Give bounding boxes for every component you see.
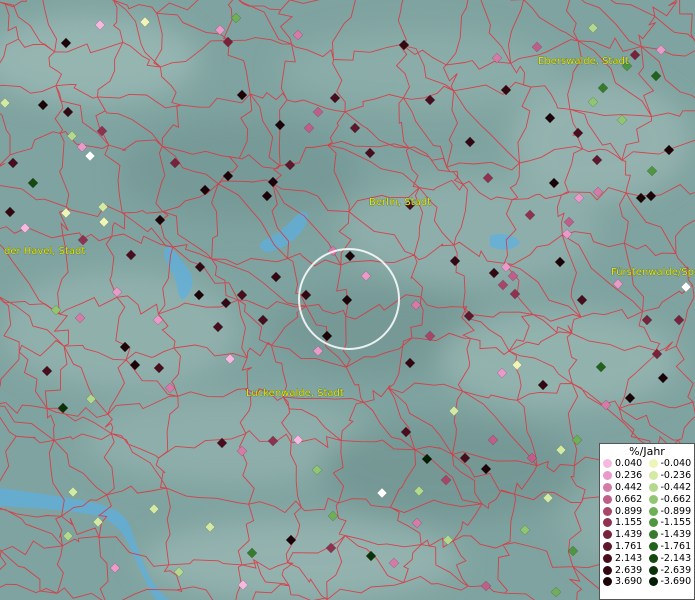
legend-entry: 0.236 [603, 470, 649, 482]
legend-value: 0.662 [615, 493, 643, 505]
legend-entry: -0.040 [648, 458, 695, 470]
legend-swatch [648, 530, 658, 540]
label-brandenburg-havel: der Havel, Stadt [4, 246, 85, 257]
legend-swatch [648, 471, 658, 481]
legend-value: 2.143 [615, 552, 643, 564]
legend-negative-column: -0.040 -0.236 -0.442 -0.662 -0.899 -1.155 -1.4… [648, 458, 695, 588]
legend-value: -0.040 [660, 458, 692, 470]
legend-entry: 2.639 [603, 564, 649, 576]
legend-entry: -1.439 [648, 529, 695, 541]
legend-swatch [603, 506, 612, 516]
legend-entry: 0.040 [603, 458, 649, 470]
legend-value: -3.690 [660, 576, 692, 588]
legend-value: -1.761 [660, 540, 692, 552]
legend-swatch [648, 577, 658, 587]
legend-entry: -1.155 [648, 517, 695, 529]
legend-positive-column: 0.040 0.236 0.442 0.662 0.899 1.155 1.439 1.761… [603, 458, 649, 588]
map-canvas[interactable]: Eberswalde, Stadt Berlin, Stadt der Have… [0, 0, 695, 600]
legend-swatch [603, 518, 612, 528]
legend-value: 1.439 [615, 529, 643, 541]
legend-entry: 3.690 [603, 576, 649, 588]
legend-swatch [648, 494, 658, 504]
label-berlin: Berlin, Stadt [369, 197, 431, 208]
legend-swatch [648, 541, 658, 551]
legend-value: 1.155 [615, 517, 643, 529]
legend-entry: 0.442 [603, 482, 649, 494]
legend-value: -2.639 [660, 564, 692, 576]
legend-entry: -2.639 [648, 564, 695, 576]
legend-swatch [648, 565, 658, 575]
legend-entry: -2.143 [648, 552, 695, 564]
legend-entry: -0.899 [648, 505, 695, 517]
legend-entry: 1.155 [603, 517, 649, 529]
legend-value: 0.899 [615, 505, 643, 517]
legend-swatch [603, 494, 612, 504]
legend-entry: -0.662 [648, 493, 695, 505]
legend-value: -1.439 [660, 529, 692, 541]
legend-entry: -0.236 [648, 470, 695, 482]
legend-entry: 2.143 [603, 552, 649, 564]
label-luckenwalde: Luckenwalde, Stadt [246, 388, 344, 399]
legend-value: -0.442 [660, 481, 692, 493]
legend-value: -0.662 [660, 493, 692, 505]
legend-value: 0.236 [615, 470, 643, 482]
legend-swatch [603, 459, 612, 469]
legend-entry: -3.690 [648, 576, 695, 588]
legend-swatch [648, 506, 658, 516]
legend-value: -0.236 [660, 470, 692, 482]
legend-entry: 1.761 [603, 541, 649, 553]
label-fuerstenwalde: Fürstenwalde/Spr [611, 267, 695, 278]
legend-value: 1.761 [615, 540, 643, 552]
legend-value: 0.442 [615, 481, 643, 493]
legend-swatch [603, 577, 612, 587]
legend-entry: 1.439 [603, 529, 649, 541]
legend-swatch [603, 530, 612, 540]
legend-value: 2.639 [615, 564, 643, 576]
legend-swatch [648, 482, 658, 492]
legend-value: -0.899 [660, 505, 692, 517]
legend-swatch [603, 541, 612, 551]
legend-entry: -1.761 [648, 540, 695, 553]
legend-entry: 0.899 [603, 505, 649, 517]
legend-swatch [648, 459, 658, 469]
legend-title: %/Jahr [629, 445, 665, 458]
legend-value: 3.690 [615, 576, 643, 588]
legend-swatch [603, 471, 612, 481]
legend-swatch [648, 553, 658, 563]
legend-entry: 0.662 [603, 493, 649, 505]
legend-swatch [603, 565, 612, 575]
legend-value: -2.143 [660, 552, 692, 564]
legend-value: -1.155 [660, 517, 692, 529]
legend-panel: %/Jahr 0.040 0.236 0.442 0.662 0.899 1.155 1.4… [599, 443, 695, 600]
legend-swatch [603, 482, 612, 492]
label-eberswalde: Eberswalde, Stadt [538, 56, 629, 67]
legend-entry: -0.442 [648, 481, 695, 494]
legend-swatch [603, 553, 612, 563]
legend-value: 0.040 [615, 458, 643, 470]
legend-swatch [648, 518, 658, 528]
